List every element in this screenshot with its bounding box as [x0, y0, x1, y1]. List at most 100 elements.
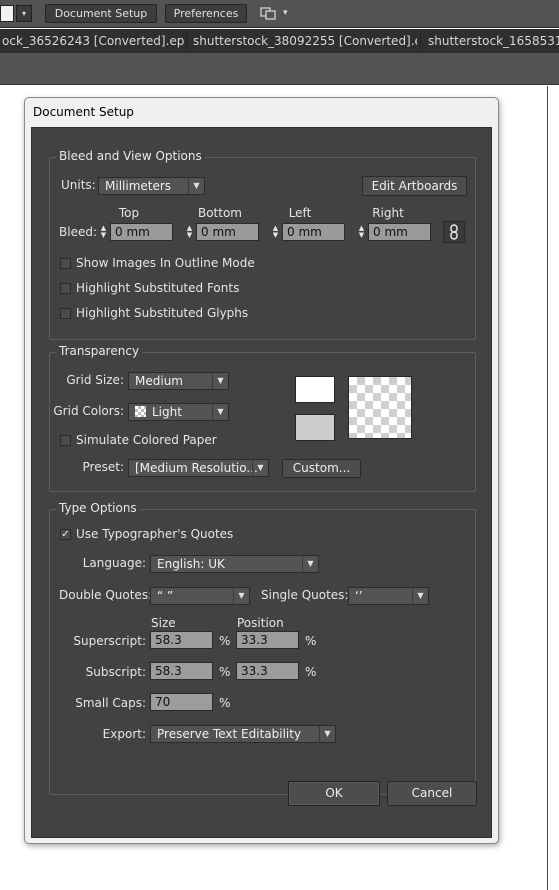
type-options-group: Type Options ✓ Use Typographer's Quotes …	[49, 501, 476, 795]
tab-divider	[420, 33, 421, 49]
stepper-arrows-icon[interactable]: ▲ ▼	[355, 223, 368, 241]
bleed-right-stepper[interactable]: ▲ ▼ 0 mm	[355, 223, 431, 241]
color-swatch[interactable]	[0, 5, 14, 22]
grid-color-swatch-bottom[interactable]	[295, 414, 335, 441]
grid-size-label: Grid Size:	[66, 373, 124, 387]
subscript-size-field[interactable]: 58.3	[150, 662, 213, 680]
custom-button[interactable]: Custom...	[282, 459, 361, 478]
tab-document-2[interactable]: shutterstock_38092255 [Converted].eps✕	[193, 29, 417, 53]
stepper-arrows-icon[interactable]: ▲ ▼	[97, 223, 110, 241]
bleed-left-field[interactable]: 0 mm	[282, 223, 345, 241]
group-title: Type Options	[56, 501, 140, 515]
edit-artboards-button[interactable]: Edit Artboards	[362, 176, 467, 196]
percent-label: %	[305, 634, 317, 648]
bleed-bottom-label: Bottom	[197, 206, 242, 220]
bleed-bottom-field[interactable]: 0 mm	[196, 223, 259, 241]
bleed-top-field[interactable]: 0 mm	[110, 223, 173, 241]
typographers-quotes-checkbox[interactable]: ✓ Use Typographer's Quotes	[60, 527, 233, 541]
size-header: Size	[151, 616, 176, 630]
small-caps-field[interactable]: 70	[150, 693, 213, 711]
grid-colors-label: Grid Colors:	[53, 404, 124, 418]
percent-label: %	[219, 665, 231, 679]
preferences-button[interactable]: Preferences	[165, 4, 247, 23]
position-header: Position	[237, 616, 284, 630]
grid-size-value: Medium	[135, 374, 183, 388]
superscript-label: Superscript:	[73, 634, 146, 648]
checkbox-label: Use Typographer's Quotes	[76, 527, 234, 541]
checkbox-label: Simulate Colored Paper	[76, 433, 217, 447]
superscript-size-field[interactable]: 58.3	[150, 631, 213, 649]
checkmark-icon[interactable]: ✓	[60, 528, 71, 540]
transparency-group: Transparency Grid Size: Medium ▼ Grid Co…	[49, 344, 476, 492]
language-label: Language:	[82, 556, 146, 570]
tab-label: ock_36526243 [Converted].eps*	[2, 34, 185, 48]
bleed-view-options-group: Bleed and View Options Units: Millimeter…	[49, 149, 476, 340]
chevron-down-icon: ▼	[212, 373, 228, 389]
tab-label: shutterstock_38092255 [Converted].eps	[193, 34, 417, 48]
checkbox-label: Show Images In Outline Mode	[76, 256, 255, 270]
grid-colors-value: Light	[152, 405, 182, 419]
checkbox-box[interactable]	[60, 307, 71, 319]
small-caps-label: Small Caps:	[75, 696, 146, 710]
bleed-right-label: Right	[372, 206, 404, 220]
grid-colors-select[interactable]: Light ▼	[128, 403, 229, 421]
document-setup-button[interactable]: Document Setup	[45, 4, 157, 23]
bleed-left-stepper[interactable]: ▲ ▼ 0 mm	[269, 223, 345, 241]
language-select[interactable]: English: UK ▼	[150, 555, 319, 573]
tab-label: shutterstock_165853100 [	[428, 34, 559, 48]
single-quotes-value: ‘’	[355, 589, 363, 603]
single-quotes-select[interactable]: ‘’ ▼	[348, 587, 429, 605]
double-quotes-value: “ ”	[157, 589, 174, 603]
export-label: Export:	[102, 727, 146, 741]
chevron-down-icon: ▼	[319, 726, 335, 742]
units-label: Units:	[61, 178, 96, 192]
language-value: English: UK	[157, 557, 225, 571]
ok-button[interactable]: OK	[288, 781, 380, 806]
bleed-label: Bleed:	[59, 225, 97, 239]
bleed-bottom-stepper[interactable]: ▲ ▼ 0 mm	[183, 223, 259, 241]
dialog-body: Bleed and View Options Units: Millimeter…	[31, 127, 492, 838]
export-select[interactable]: Preserve Text Editability ▼	[150, 725, 336, 743]
cancel-button[interactable]: Cancel	[387, 781, 477, 806]
swatch-dropdown-arrow[interactable]: ▾	[16, 5, 32, 22]
preset-label: Preset:	[82, 460, 124, 474]
tab-document-3[interactable]: shutterstock_165853100 [	[428, 29, 559, 53]
chevron-down-icon: ▼	[412, 588, 428, 604]
control-bar: ▾ Document Setup Preferences ▾	[0, 0, 559, 28]
highlight-substituted-fonts-checkbox[interactable]: Highlight Substituted Fonts	[60, 281, 239, 295]
checkbox-box[interactable]	[60, 434, 71, 446]
checkbox-box[interactable]	[60, 282, 71, 294]
bleed-right-field[interactable]: 0 mm	[368, 223, 431, 241]
export-value: Preserve Text Editability	[157, 727, 302, 741]
percent-label: %	[305, 665, 317, 679]
grid-color-swatch-top[interactable]	[295, 376, 335, 403]
show-images-outline-checkbox[interactable]: Show Images In Outline Mode	[60, 256, 255, 270]
double-quotes-select[interactable]: “ ” ▼	[150, 587, 250, 605]
highlight-substituted-glyphs-checkbox[interactable]: Highlight Substituted Glyphs	[60, 306, 248, 320]
chevron-down-icon: ▼	[302, 556, 318, 572]
stepper-arrows-icon[interactable]: ▲ ▼	[269, 223, 282, 241]
percent-label: %	[219, 696, 231, 710]
dialog-title: Document Setup	[33, 105, 134, 119]
group-title: Bleed and View Options	[56, 149, 205, 163]
simulate-colored-paper-checkbox[interactable]: Simulate Colored Paper	[60, 433, 217, 447]
bleed-top-stepper[interactable]: ▲ ▼ 0 mm	[97, 223, 173, 241]
units-select[interactable]: Millimeters ▼	[98, 177, 205, 195]
double-quotes-label: Double Quotes:	[59, 588, 153, 602]
grid-size-select[interactable]: Medium ▼	[128, 372, 229, 390]
preset-select[interactable]: [Medium Resolutio... ▼	[128, 459, 269, 477]
tab-document-1[interactable]: ock_36526243 [Converted].eps*✕	[2, 29, 185, 53]
link-icon[interactable]	[443, 221, 465, 243]
checkbox-box[interactable]	[60, 257, 71, 269]
subscript-position-field[interactable]: 33.3	[236, 662, 299, 680]
checkbox-label: Highlight Substituted Fonts	[76, 281, 240, 295]
arrange-documents-icon[interactable]	[260, 5, 278, 22]
tab-divider	[186, 33, 187, 49]
arrange-dropdown-arrow[interactable]: ▾	[283, 5, 288, 22]
stepper-arrows-icon[interactable]: ▲ ▼	[183, 223, 196, 241]
superscript-position-field[interactable]: 33.3	[236, 631, 299, 649]
units-value: Millimeters	[105, 179, 172, 193]
transparency-grid-preview	[348, 376, 412, 439]
chevron-down-icon: ▼	[212, 404, 228, 420]
tab-underbar	[0, 53, 559, 85]
